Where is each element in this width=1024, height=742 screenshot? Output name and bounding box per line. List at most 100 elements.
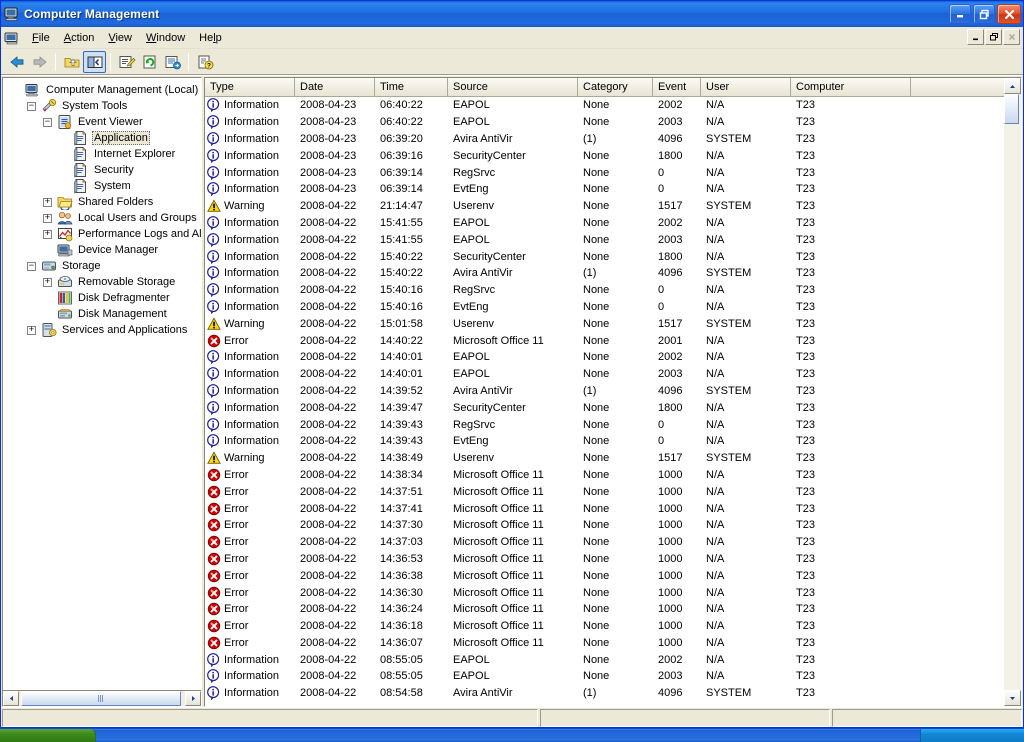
export-list-icon[interactable] [161, 51, 184, 73]
table-row[interactable]: Error 2008-04-22 14:36:53 Microsoft Office … [205, 551, 1021, 568]
column-header-event[interactable]: Event [653, 78, 701, 97]
tree-item-shared-folders[interactable]: + Shared Folders [6, 194, 201, 212]
mdi-minimize-button[interactable] [967, 29, 984, 45]
properties-icon[interactable] [115, 51, 138, 73]
table-row[interactable]: Error 2008-04-22 14:37:51 Microsoft Office … [205, 483, 1021, 500]
expand-icon[interactable]: + [38, 194, 57, 210]
tree-item-local-users-and-groups[interactable]: + Local Users and Groups [6, 210, 201, 226]
table-row[interactable]: Error 2008-04-22 14:38:34 Microsoft Office … [205, 467, 1021, 484]
scroll-down-icon[interactable] [1004, 690, 1021, 706]
table-row[interactable]: Error 2008-04-22 14:40:22 Microsoft Office … [205, 332, 1021, 349]
table-row[interactable]: Information 2008-04-23 06:40:22 EAPOL None 20… [205, 114, 1021, 131]
tree-toggle[interactable]: + [43, 277, 52, 287]
column-header-user[interactable]: User [701, 78, 791, 97]
table-row[interactable]: Error 2008-04-22 14:36:07 Microsoft Office … [205, 635, 1021, 652]
close-button[interactable] [997, 4, 1021, 24]
table-row[interactable]: Error 2008-04-22 14:36:24 Microsoft Office … [205, 601, 1021, 618]
list-vscroll-thumb[interactable] [1004, 94, 1019, 124]
list-vertical-scrollbar[interactable] [1004, 78, 1021, 706]
table-row[interactable]: Information 2008-04-22 15:41:55 EAPOL None 20… [205, 231, 1021, 248]
column-header-category[interactable]: Category [578, 78, 653, 97]
tree-item-device-manager[interactable]: Device Manager [6, 242, 201, 258]
table-row[interactable]: Information 2008-04-22 15:40:22 SecurityCen… [205, 248, 1021, 265]
tree-item-services-and-applications[interactable]: + Services and Applications [6, 322, 201, 338]
scroll-left-icon[interactable] [3, 691, 19, 706]
table-row[interactable]: Information 2008-04-23 06:39:14 RegSrvc None… [205, 164, 1021, 181]
table-row[interactable]: Warning 2008-04-22 15:01:58 Userenv None 1517… [205, 315, 1021, 332]
column-header-type[interactable]: Type [205, 78, 295, 97]
table-row[interactable]: Error 2008-04-22 14:36:30 Microsoft Office … [205, 584, 1021, 601]
help-icon[interactable]: ? [193, 51, 216, 73]
table-row[interactable]: Information 2008-04-22 15:41:55 EAPOL None 20… [205, 215, 1021, 232]
back-icon[interactable] [5, 51, 28, 73]
collapse-icon[interactable]: − [38, 114, 57, 130]
column-header-computer[interactable]: Computer [791, 78, 911, 97]
console-tree[interactable]: Computer Management (Local) − System Tools… [3, 78, 201, 690]
tree-item-performance-logs-and-alerts[interactable]: + Performance Logs and Alerts [6, 226, 201, 242]
table-row[interactable]: Information 2008-04-22 08:55:05 EAPOL None 20… [205, 668, 1021, 685]
tree-hscroll-track[interactable] [19, 691, 185, 706]
tree-item-disk-management[interactable]: Disk Management [6, 306, 201, 322]
tree-toggle[interactable]: − [27, 101, 36, 111]
tree-item-security[interactable]: Security [6, 162, 201, 178]
column-header-source[interactable]: Source [448, 78, 578, 97]
table-row[interactable]: Information 2008-04-22 15:40:22 Avira AntiV… [205, 265, 1021, 282]
scroll-right-icon[interactable] [185, 691, 201, 706]
tree-item-system-tools[interactable]: − System Tools [6, 98, 201, 114]
table-row[interactable]: Information 2008-04-22 15:40:16 RegSrvc None… [205, 282, 1021, 299]
scroll-up-icon[interactable] [1004, 78, 1021, 94]
table-row[interactable]: Information 2008-04-22 14:39:43 RegSrvc None… [205, 416, 1021, 433]
expand-icon[interactable]: + [38, 274, 57, 290]
table-row[interactable]: Error 2008-04-22 14:37:03 Microsoft Office … [205, 534, 1021, 551]
collapse-icon[interactable]: − [22, 98, 41, 114]
tree-horizontal-scrollbar[interactable] [3, 690, 201, 706]
menu-view[interactable]: View [101, 30, 139, 46]
table-row[interactable]: Information 2008-04-23 06:39:14 EvtEng None 0… [205, 181, 1021, 198]
table-row[interactable]: Information 2008-04-22 08:55:05 EAPOL None 20… [205, 651, 1021, 668]
table-row[interactable]: Information 2008-04-23 06:40:22 EAPOL None 20… [205, 97, 1021, 114]
table-row[interactable]: Information 2008-04-22 14:39:52 Avira AntiV… [205, 383, 1021, 400]
table-row[interactable]: Information 2008-04-22 14:40:01 EAPOL None 20… [205, 366, 1021, 383]
column-header-time[interactable]: Time [375, 78, 448, 97]
system-tray[interactable] [920, 729, 1024, 742]
tree-toggle[interactable]: − [27, 261, 36, 271]
expand-icon[interactable]: + [38, 210, 57, 226]
table-row[interactable]: Information 2008-04-23 06:39:16 SecurityCen… [205, 147, 1021, 164]
tree-toggle[interactable]: + [43, 197, 52, 207]
minimize-button[interactable] [949, 4, 971, 24]
tree-item-event-viewer[interactable]: − Event Viewer [6, 114, 201, 130]
mdi-restore-button[interactable] [985, 29, 1002, 45]
tree-item-disk-defragmenter[interactable]: Disk Defragmenter [6, 290, 201, 306]
list-column-headers[interactable]: Type Date Time Source Category Event User Compu… [205, 78, 1021, 97]
table-row[interactable]: Information 2008-04-22 15:40:16 EvtEng None 0… [205, 299, 1021, 316]
tree-item-internet-explorer[interactable]: Internet Explorer [6, 146, 201, 162]
table-row[interactable]: Error 2008-04-22 14:36:18 Microsoft Office … [205, 618, 1021, 635]
tree-item-removable-storage[interactable]: + Removable Storage [6, 274, 201, 290]
up-one-level-icon[interactable] [60, 51, 83, 73]
refresh-icon[interactable] [138, 51, 161, 73]
tree-toggle[interactable]: + [27, 325, 36, 335]
tree-item-storage[interactable]: − Storage [6, 258, 201, 274]
table-row[interactable]: Error 2008-04-22 14:37:30 Microsoft Office … [205, 517, 1021, 534]
tree-item-system[interactable]: System [6, 178, 201, 194]
maximize-button[interactable] [973, 4, 995, 24]
table-row[interactable]: Information 2008-04-22 14:39:47 SecurityCen… [205, 399, 1021, 416]
expand-icon[interactable]: + [22, 322, 41, 338]
table-row[interactable]: Information 2008-04-22 14:39:43 EvtEng None 0… [205, 433, 1021, 450]
collapse-icon[interactable]: − [22, 258, 41, 274]
tree-hscroll-thumb[interactable] [21, 691, 181, 706]
show-hide-tree-icon[interactable] [83, 50, 106, 73]
expand-icon[interactable]: + [38, 226, 57, 242]
menu-action[interactable]: Action [57, 30, 102, 46]
table-row[interactable]: Information 2008-04-23 06:39:20 Avira AntiV… [205, 131, 1021, 148]
table-row[interactable]: Error 2008-04-22 14:36:38 Microsoft Office … [205, 567, 1021, 584]
table-row[interactable]: Information 2008-04-22 14:40:01 EAPOL None 20… [205, 349, 1021, 366]
table-row[interactable]: Warning 2008-04-22 14:38:49 Userenv None 1517… [205, 450, 1021, 467]
tree-toggle[interactable]: − [43, 117, 52, 127]
tree-toggle[interactable]: + [43, 229, 52, 239]
menu-window[interactable]: Window [139, 30, 192, 46]
menu-file[interactable]: File [25, 30, 57, 46]
table-row[interactable]: Warning 2008-04-22 21:14:47 Userenv None 1517… [205, 198, 1021, 215]
list-vscroll-track[interactable] [1004, 94, 1021, 690]
start-button[interactable] [0, 729, 96, 742]
